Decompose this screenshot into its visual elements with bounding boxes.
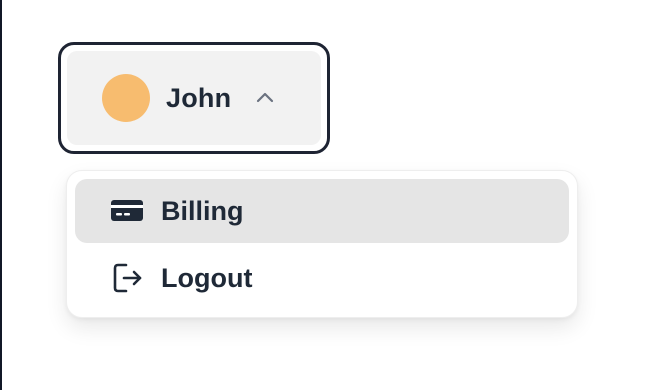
menu-item-logout[interactable]: Logout: [75, 246, 569, 310]
user-name: John: [166, 82, 232, 113]
page: John Billing Logout: [0, 0, 646, 390]
chevron-up-icon: [253, 86, 277, 110]
credit-card-icon: [107, 191, 147, 231]
logout-icon: [107, 258, 147, 298]
menu-item-billing[interactable]: Billing: [75, 179, 569, 243]
menu-item-label: Billing: [161, 195, 244, 226]
user-menu-button-surface[interactable]: John: [67, 51, 321, 145]
window-edge: [0, 0, 2, 390]
user-menu-button[interactable]: John: [58, 42, 330, 154]
menu-item-label: Logout: [161, 262, 253, 293]
avatar: [102, 74, 150, 122]
user-dropdown-menu: Billing Logout: [66, 170, 578, 318]
